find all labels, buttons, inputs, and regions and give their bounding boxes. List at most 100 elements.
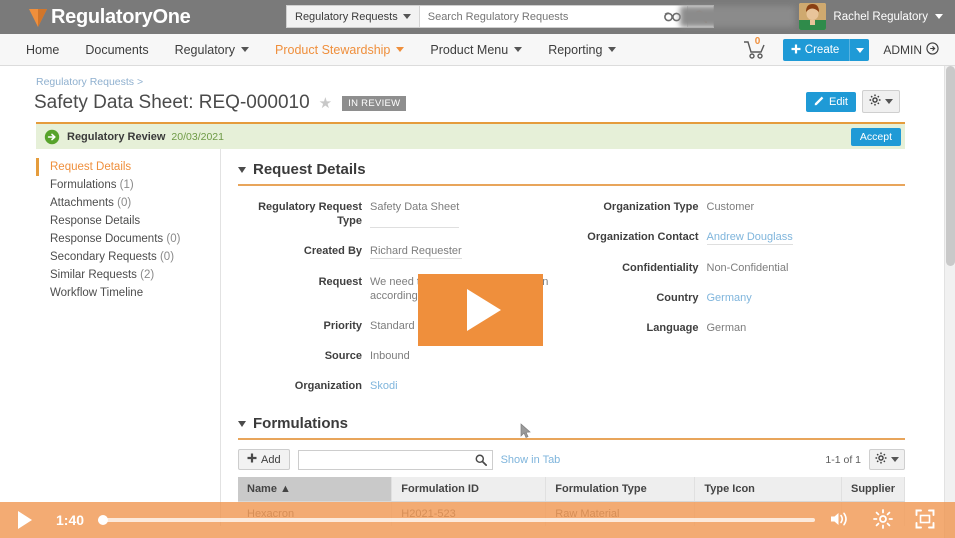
sidebar-item-label: Attachments bbox=[50, 197, 114, 209]
show-in-tab-link[interactable]: Show in Tab bbox=[501, 454, 561, 466]
status-badge: IN REVIEW bbox=[342, 95, 407, 111]
settings-dropdown-button[interactable] bbox=[862, 90, 900, 113]
search-input[interactable] bbox=[419, 6, 658, 27]
sidebar-item-count: (0) bbox=[117, 197, 132, 209]
arrow-circle-right-green-icon bbox=[44, 129, 60, 145]
page-title-row: Safety Data Sheet: REQ-000010 ★ IN REVIE… bbox=[0, 88, 955, 114]
sidebar-item-response-details[interactable]: Response Details bbox=[36, 212, 220, 230]
column-header-type-icon[interactable]: Type Icon bbox=[694, 477, 842, 502]
scrollbar-thumb[interactable] bbox=[946, 66, 955, 266]
video-progress-bar[interactable] bbox=[98, 515, 815, 525]
field-value: German bbox=[706, 322, 747, 334]
nav-item-home[interactable]: Home bbox=[26, 43, 59, 57]
column-header-supplier[interactable]: Supplier bbox=[841, 477, 906, 502]
arrow-circle-right-icon bbox=[926, 42, 939, 58]
formulations-header[interactable]: Formulations bbox=[238, 415, 905, 432]
chevron-down-icon bbox=[935, 14, 943, 19]
volume-icon[interactable] bbox=[829, 510, 851, 531]
create-button-main[interactable]: Create bbox=[783, 39, 850, 61]
sidebar-item-formulations[interactable]: Formulations (1) bbox=[36, 176, 220, 194]
sidebar-item-attachments[interactable]: Attachments (0) bbox=[36, 194, 220, 212]
chevron-down-icon bbox=[855, 47, 864, 53]
field-country: Country Germany bbox=[577, 291, 906, 305]
sidebar-item-secondary-requests[interactable]: Secondary Requests (0) bbox=[36, 248, 220, 266]
main-panel: Request Details Regulatory Request Type … bbox=[221, 149, 906, 526]
field-value-link[interactable]: Andrew Douglass bbox=[706, 230, 793, 245]
formulations-search-input[interactable] bbox=[298, 453, 470, 466]
chevron-down-icon bbox=[891, 457, 899, 462]
fullscreen-icon[interactable] bbox=[915, 509, 935, 532]
video-time: 1:40 bbox=[56, 512, 85, 528]
nav-item-product-stewardship[interactable]: Product Stewardship bbox=[275, 43, 405, 57]
add-formulation-button[interactable]: Add bbox=[238, 449, 290, 470]
play-icon[interactable] bbox=[18, 511, 32, 529]
field-label: Created By bbox=[303, 245, 362, 257]
nav-item-regulatory[interactable]: Regulatory bbox=[175, 43, 250, 57]
page-actions: Edit bbox=[806, 90, 900, 113]
search-scope-dropdown[interactable]: Regulatory Requests bbox=[287, 6, 420, 27]
nav-label: Product Menu bbox=[430, 42, 509, 57]
sidebar-item-label: Request Details bbox=[50, 161, 132, 173]
cart-count: 0 bbox=[754, 36, 761, 47]
edit-button[interactable]: Edit bbox=[806, 91, 856, 112]
vertical-scrollbar[interactable] bbox=[944, 66, 955, 538]
field-value-link[interactable]: Germany bbox=[707, 291, 752, 305]
column-header-formulation-type[interactable]: Formulation Type bbox=[545, 477, 696, 502]
nav-item-documents[interactable]: Documents bbox=[85, 43, 148, 57]
column-header-formulation-id[interactable]: Formulation ID bbox=[391, 477, 547, 502]
nav-item-product-menu[interactable]: Product Menu bbox=[430, 42, 523, 57]
request-details-header[interactable]: Request Details bbox=[238, 161, 905, 178]
breadcrumb-link[interactable]: Regulatory Requests > bbox=[36, 76, 143, 88]
sidebar-item-similar-requests[interactable]: Similar Requests (2) bbox=[36, 266, 220, 284]
user-menu[interactable]: Rachel Regulatory bbox=[799, 3, 943, 30]
field-value: Richard Requester bbox=[370, 245, 462, 259]
nav-label: Documents bbox=[85, 42, 149, 57]
shopping-cart-icon[interactable]: 0 bbox=[741, 36, 769, 62]
search-scope-label: Regulatory Requests bbox=[295, 10, 398, 23]
chevron-down-icon bbox=[885, 99, 893, 104]
admin-label: ADMIN bbox=[883, 43, 922, 57]
field-value: Inbound bbox=[370, 350, 410, 362]
app-logo[interactable]: RegulatoryOne bbox=[28, 5, 191, 29]
global-search[interactable]: Regulatory Requests bbox=[286, 5, 714, 28]
settings-gear-icon[interactable] bbox=[873, 508, 893, 532]
create-button[interactable]: Create bbox=[782, 39, 870, 61]
breadcrumb[interactable]: Regulatory Requests > bbox=[0, 66, 955, 88]
chevron-down-icon[interactable] bbox=[238, 166, 246, 173]
sidebar-item-request-details[interactable]: Request Details bbox=[36, 158, 220, 176]
field-organization-type: Organization Type Customer bbox=[577, 200, 906, 214]
nav-label: Home bbox=[26, 42, 60, 57]
video-play-overlay[interactable] bbox=[418, 274, 543, 346]
gear-icon bbox=[869, 94, 881, 109]
gear-icon bbox=[875, 452, 887, 467]
mouse-cursor bbox=[520, 423, 532, 442]
formulations-toolbar: Add Show in Tab 1-1 of 1 bbox=[238, 440, 905, 477]
sidebar-item-label: Secondary Requests bbox=[50, 251, 157, 263]
field-source: Source Inbound bbox=[238, 349, 567, 363]
sidebar-item-workflow-timeline[interactable]: Workflow Timeline bbox=[36, 284, 220, 302]
sidebar-item-response-documents[interactable]: Response Documents (0) bbox=[36, 230, 220, 248]
avatar bbox=[799, 3, 827, 30]
search-icon[interactable] bbox=[470, 454, 492, 466]
formulations-toolbar-right: 1-1 of 1 bbox=[825, 449, 905, 470]
main-navigation: Home Documents Regulatory Product Stewar… bbox=[0, 34, 955, 66]
admin-link[interactable]: ADMIN bbox=[883, 42, 939, 58]
column-header-name[interactable]: Name ▲ bbox=[238, 477, 393, 502]
field-value: Customer bbox=[706, 201, 755, 213]
sidebar-item-label: Formulations bbox=[50, 179, 117, 191]
star-icon[interactable]: ★ bbox=[319, 94, 332, 112]
video-control-bar: 1:40 bbox=[0, 502, 955, 538]
create-button-label: Create bbox=[804, 44, 840, 56]
chevron-down-icon[interactable] bbox=[238, 420, 246, 427]
accept-button[interactable]: Accept bbox=[850, 128, 901, 146]
nav-item-reporting[interactable]: Reporting bbox=[548, 43, 617, 57]
user-name: Rachel Regulatory bbox=[833, 10, 928, 23]
create-dropdown-toggle[interactable] bbox=[849, 39, 869, 61]
logo-text-first: Regulatory bbox=[51, 5, 153, 28]
formulations-search[interactable] bbox=[297, 449, 493, 470]
field-label: Organization Contact bbox=[587, 231, 699, 243]
formulations-settings-button[interactable] bbox=[869, 449, 905, 470]
video-progress-handle[interactable] bbox=[98, 515, 109, 525]
sidebar-item-count: (2) bbox=[140, 269, 155, 281]
field-value-link[interactable]: Skodi bbox=[370, 379, 398, 393]
